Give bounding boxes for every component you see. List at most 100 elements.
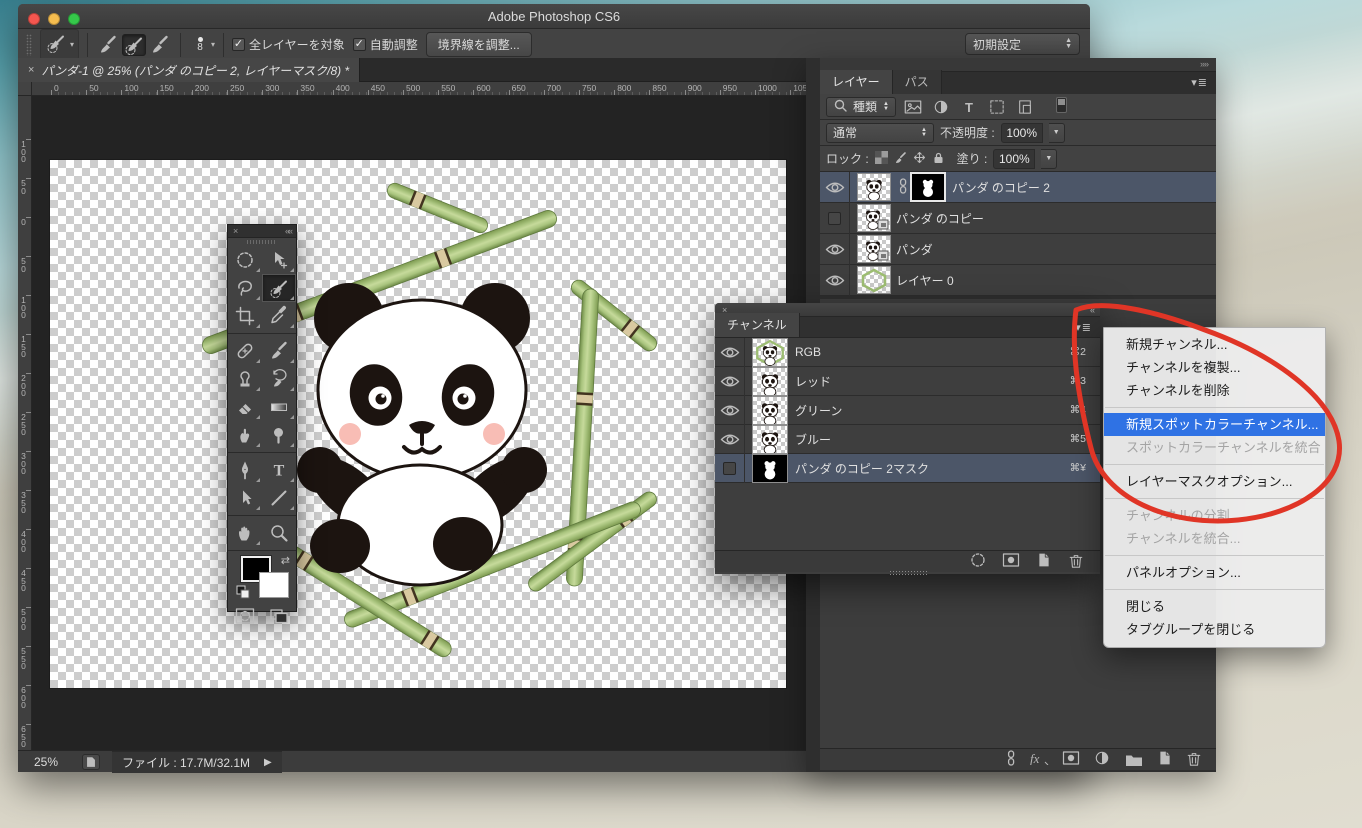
line-tool[interactable] [262,484,296,512]
filter-smart-objects-icon[interactable] [1014,97,1036,117]
crop-tool[interactable] [228,302,262,330]
menu-item[interactable]: 新規スポットカラーチャンネル... [1104,413,1325,436]
lasso-tool[interactable] [228,274,262,302]
history-brush-tool[interactable] [262,365,296,393]
channel-row[interactable]: レッド⌘3 [715,367,1100,396]
tab-レイヤー[interactable]: レイヤー [820,70,893,94]
file-info-field[interactable]: ファイル : 17.7M/32.1M ▶ [112,751,282,773]
channel-row[interactable]: RGB⌘2 [715,338,1100,367]
auto-enhance-checkbox[interactable]: ✓ [353,38,366,51]
minimize-window-button[interactable] [48,13,60,25]
collapse-panel-icon[interactable]: «« [285,226,291,236]
layer-style-icon[interactable]: fx [1029,751,1049,768]
sample-all-layers-checkbox[interactable]: ✓ [232,38,245,51]
layer-visibility-eye-icon[interactable] [820,265,850,296]
healing-brush-tool[interactable] [228,337,262,365]
zoom-level-field[interactable]: 25% [34,755,82,769]
menu-item[interactable]: レイヤーマスクオプション... [1104,470,1325,493]
add-to-selection-mode-button[interactable] [122,34,146,56]
layer-row[interactable]: > パンダ のコピー 2 [820,172,1216,203]
layer-visibility-eye-icon[interactable] [820,172,850,203]
layer-filter-toggle[interactable] [1056,97,1067,116]
page-icon[interactable] [82,754,100,770]
channel-visibility-eye-icon[interactable] [715,396,745,425]
layer-name[interactable]: パンダ のコピー 2 [952,179,1050,196]
channel-visibility-eye-icon[interactable] [715,338,745,367]
new-adjustment-layer-icon[interactable] [1093,749,1111,770]
background-color-swatch[interactable] [259,572,289,598]
delete-channel-icon[interactable] [1068,552,1084,572]
channels-panel-menu-icon[interactable]: ▾≣ [1075,321,1092,334]
layer-thumbnail[interactable] [858,205,890,231]
channel-thumbnail[interactable] [753,368,787,395]
channel-thumbnail[interactable] [753,455,787,482]
layer-row[interactable]: パンダ [820,234,1216,265]
layer-thumbnail[interactable] [858,236,890,262]
clone-stamp-tool[interactable] [228,365,262,393]
swap-colors-icon[interactable]: ⇄ [281,554,290,567]
move-tool-tool[interactable] [262,246,296,274]
channel-thumbnail[interactable] [753,397,787,424]
layer-row[interactable]: パンダ のコピー [820,203,1216,234]
channel-name[interactable]: レッド [795,373,1070,390]
lock-position-icon[interactable] [913,151,926,167]
layer-name[interactable]: レイヤー 0 [896,272,954,289]
filter-adjustment-layers-icon[interactable] [930,97,952,117]
workspace-switcher[interactable]: 初期設定 ▲▼ [965,33,1080,55]
new-channel-icon[interactable] [1036,551,1052,572]
channel-name[interactable]: ブルー [795,431,1070,448]
channel-row[interactable]: パンダ のコピー 2マスク⌘¥ [715,454,1100,483]
close-panel-icon[interactable]: × [233,226,238,236]
filter-shape-layers-icon[interactable] [986,97,1008,117]
menu-item[interactable]: 閉じる [1104,595,1325,618]
new-layer-icon[interactable] [1157,749,1173,770]
layer-row[interactable]: レイヤー 0 [820,265,1216,296]
eraser-tool[interactable] [228,393,262,421]
status-popup-arrow-icon[interactable]: ▶ [264,757,272,768]
layer-thumbnail[interactable] [858,267,890,293]
channel-name[interactable]: パンダ のコピー 2マスク [795,460,1070,477]
opacity-dropdown-button[interactable]: ▼ [1049,123,1065,143]
lock-pixels-icon[interactable] [894,151,907,167]
tab-パス[interactable]: パス [893,70,942,94]
close-tab-icon[interactable]: × [28,64,34,76]
gradient-tool[interactable] [262,393,296,421]
layer-visibility-eye-icon[interactable] [820,234,850,265]
menu-item[interactable]: チャンネルを削除 [1104,379,1325,402]
save-selection-as-channel-icon[interactable] [1002,552,1020,571]
subtract-selection-mode-button[interactable] [148,34,172,56]
title-bar[interactable]: Adobe Photoshop CS6 [18,4,1090,29]
tools-title-bar[interactable]: × «« [228,225,296,238]
refine-edge-button[interactable]: 境界線を調整... [426,32,532,57]
load-channel-as-selection-icon[interactable] [970,552,986,571]
layers-panel-menu-icon[interactable]: ▾≣ [1191,76,1208,89]
marquee-ellipse-tool[interactable] [228,246,262,274]
delete-layer-icon[interactable] [1186,750,1202,770]
brush-size-picker[interactable]: 8 [189,33,211,57]
menu-item[interactable]: 新規チャンネル... [1104,333,1325,356]
path-select-tool[interactable] [228,484,262,512]
layer-visibility-toggle-empty[interactable] [820,203,850,234]
canvas[interactable] [50,160,786,688]
filter-type-layers-icon[interactable]: T [958,97,980,117]
tools-grip[interactable] [228,238,296,246]
channel-thumbnail[interactable] [753,339,787,366]
tool-preset-picker[interactable]: ▾ [40,29,79,60]
collapse-panel-icon[interactable]: « [1090,305,1093,315]
fill-value[interactable]: 100% [993,149,1035,169]
dodge-tool[interactable] [262,421,296,449]
screen-mode-button[interactable] [262,602,296,630]
hand-tool[interactable] [228,519,262,547]
channel-thumbnail[interactable] [753,426,787,453]
options-grip[interactable] [26,34,32,56]
menu-item[interactable]: パネルオプション... [1104,561,1325,584]
document-tab[interactable]: × パンダ-1 @ 25% (パンダ のコピー 2, レイヤーマスク/8) * [18,58,360,82]
smudge-tool[interactable] [228,421,262,449]
layer-thumbnail[interactable] [858,174,890,200]
layer-name[interactable]: パンダ [896,241,933,258]
channel-row[interactable]: グリーン⌘4 [715,396,1100,425]
quick-mask-button[interactable] [228,602,262,630]
channel-visibility-eye-icon[interactable] [715,425,745,454]
lock-transparency-icon[interactable] [875,151,888,167]
layer-mask-thumbnail[interactable]: > [912,174,944,200]
